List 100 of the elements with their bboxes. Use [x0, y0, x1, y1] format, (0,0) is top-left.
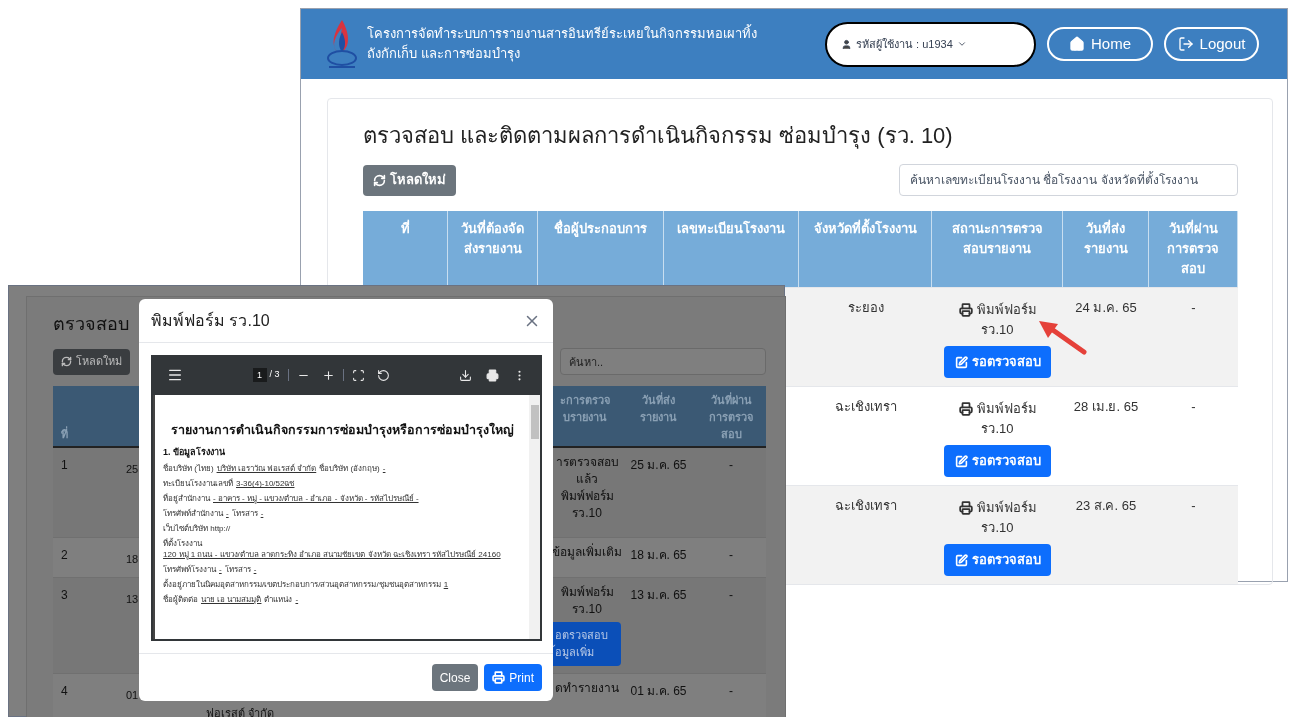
fit-page-icon[interactable] [351, 368, 365, 382]
table-cell: 13 [126, 593, 139, 605]
table-cell-text: 13 ม.ค. 65 [629, 587, 688, 604]
document-text: โทรศัพท์สำนักงาน [163, 508, 223, 520]
edit-icon [954, 355, 968, 369]
document-text: ชื่อผู้ติดต่อ [163, 594, 198, 606]
edit-icon [954, 454, 968, 468]
document-text: ชื่อบริษัท (อังกฤษ) [319, 463, 380, 475]
pending-review-button[interactable]: รอตรวจสอบ [944, 346, 1051, 378]
column-header: ะการตรวจ บรายงาน [559, 393, 611, 425]
rotate-icon[interactable] [376, 368, 390, 382]
site-title: ถังกักเก็บ และการซ่อมบำรุง [367, 44, 521, 64]
status-text: แล้ว [576, 471, 598, 488]
table-cell-text: 1 [60, 457, 69, 474]
document-text: ที่ตั้งโรงงาน [163, 538, 202, 550]
zoom-in-icon[interactable] [321, 368, 335, 382]
reload-button[interactable]: โหลดใหม่ [363, 164, 456, 196]
table-cell: ฟอเรสต์ จำกัด [206, 707, 275, 717]
print-icon[interactable] [486, 368, 499, 382]
page-number-field[interactable]: 1 [252, 368, 267, 382]
document-text: - [260, 508, 264, 520]
document-text: โทรสาร [231, 508, 258, 520]
printer-icon [492, 671, 506, 684]
pending-review-button[interactable]: อตรวจสอบ ้อมูลเพิ่ม [553, 622, 621, 666]
table-cell: 25 [126, 463, 139, 475]
print-form-link[interactable]: พิมพ์ฟอร์ม รว.10 [958, 300, 1037, 340]
print-button[interactable]: Print [484, 664, 542, 691]
page-title: ตรวจสอบ และติดตามผลการดำเนินกิจกรรม ซ่อมบำรุง (รว. 10) [363, 122, 954, 151]
scrollbar[interactable] [529, 395, 540, 639]
document-text: นาย เอ นามสมมุติ [201, 594, 262, 606]
table-cell-text: - [728, 457, 734, 474]
pending-review-button[interactable]: รอตรวจสอบ [944, 445, 1051, 477]
table-cell-text: ฉะเชิงเทรา [833, 497, 898, 515]
printer-icon [958, 402, 973, 416]
document-text: - อาคาร - หมู่ - แขวง/ตำบล - อำเภอ - จังหวัด - รหัสไปรษณีย์ - [213, 493, 419, 505]
table-cell-text: 24 ม.ค. 65 [1074, 299, 1138, 317]
table-cell-text: - [1190, 398, 1197, 416]
edit-icon [954, 553, 968, 567]
document-text: เว็บไซต์บริษัท http:// [163, 523, 231, 535]
document-text: ชื่อบริษัท (ไทย) [163, 463, 214, 475]
logo-drawing [325, 18, 359, 70]
home-button[interactable]: Home [1047, 27, 1153, 61]
table-cell-text: 4 [60, 683, 69, 700]
menu-icon[interactable] [167, 367, 183, 383]
dialog-title: พิมพ์ฟอร์ม รว.10 [151, 310, 270, 331]
caret-icon [956, 39, 967, 49]
user-menu[interactable]: รหัสผู้ใช้งาน : u1934 [825, 21, 1036, 67]
document-title: รายงานการดำเนินกิจกรรมการซ่อมบำรุงหรือการซ่อมบำรุงใหญ่ [169, 421, 515, 440]
document-text: - [295, 594, 299, 606]
table-cell-text: - [1190, 299, 1197, 317]
table-cell-text: 01 ม.ค. 65 [629, 683, 688, 700]
status-text: ารตรวจสอบ [555, 454, 619, 471]
document-text: ที่อยู่สำนักงาน [163, 493, 210, 505]
status-text: รว.10 [572, 601, 602, 618]
pending-review-button[interactable]: รอตรวจสอบ [944, 544, 1051, 576]
download-icon[interactable] [459, 368, 472, 382]
status-text: ดทำรายงาน [555, 680, 619, 697]
status-text: พิมพ์ฟอร์ม [560, 488, 614, 505]
table-cell-text: 2 [60, 547, 69, 564]
document-text: - [219, 564, 222, 576]
page-title: ตรวจสอบ [53, 313, 129, 336]
section-heading: 1. ข้อมูลโรงงาน [163, 445, 226, 460]
column-header: ที่ [60, 425, 69, 442]
document-text: บริษัท เอราวัณ ฟอเรสต์ จำกัด [216, 463, 317, 475]
reload-button[interactable]: โหลดใหม่ [53, 348, 130, 375]
document-text: 120 หมู่ 1 ถนน - แขวง/ตำบล ลาดกระทิง อำเภอ สนามชัยเขต จังหวัด ฉะเชิงเทรา รหัสไปรษณีย์ 24160 [163, 549, 501, 561]
table-cell-text: - [1190, 497, 1197, 515]
home-icon [1069, 36, 1085, 52]
table-cell-text: ระยอง [846, 299, 885, 317]
table-cell: 18 [126, 553, 139, 565]
document-text: - [382, 463, 386, 475]
document-text: โทรศัพท์โรงงาน [163, 564, 216, 576]
printer-icon [958, 501, 973, 515]
table-cell-text: - [728, 547, 734, 564]
table-cell-text: 18 ม.ค. 65 [629, 547, 688, 564]
table-cell-text: 28 เม.ย. 65 [1072, 398, 1140, 416]
status-text: พิมพ์ฟอร์ม [560, 584, 614, 601]
table-cell-text: ฉะเชิงเทรา [833, 398, 898, 416]
search-field[interactable]: ค้นหา.. [560, 348, 766, 375]
status-text: ข้อมูลเพิ่มเติม [552, 544, 622, 561]
page-count: / 3 [269, 368, 280, 382]
column-header: วันที่ผ่าน การตรวจ สอบ [708, 391, 754, 442]
refresh-icon [61, 356, 72, 367]
logout-icon [1177, 36, 1194, 52]
table-cell: 01 [126, 689, 139, 701]
printer-icon [958, 303, 973, 317]
column-header: วันที่ส่ง รายงาน [639, 391, 678, 425]
document-text: 3-36(4)-10/52ฉช [236, 478, 295, 490]
close-button[interactable]: Close [431, 664, 479, 691]
print-form-link[interactable]: พิมพ์ฟอร์ม รว.10 [958, 399, 1037, 439]
table-cell-text: - [728, 683, 734, 700]
user-icon [841, 38, 852, 50]
status-text: รว.10 [572, 505, 602, 522]
document-text: 1 [443, 579, 449, 591]
document-text: ตำแหน่ง [264, 594, 293, 606]
table-cell-text: 25 ม.ค. 65 [629, 457, 688, 474]
document-text: - [226, 508, 229, 520]
print-form-link[interactable]: พิมพ์ฟอร์ม รว.10 [958, 498, 1037, 538]
logout-button[interactable]: Logout [1164, 27, 1259, 61]
table-cell-text: - [728, 587, 734, 604]
